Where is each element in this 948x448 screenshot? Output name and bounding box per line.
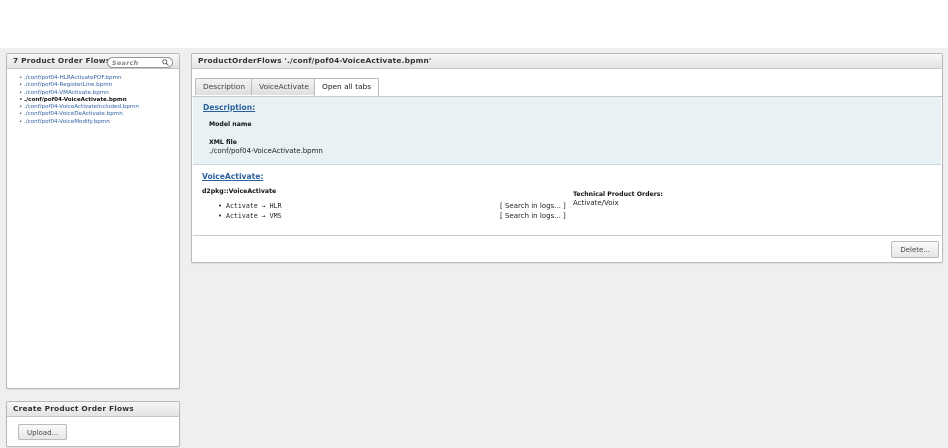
flow-item[interactable]: ./conf/pof04-HLRActivatePOF.bpmn — [19, 75, 179, 83]
flows-panel-title: 7 Product Order Flows — [13, 56, 111, 65]
description-heading: Description: — [203, 103, 256, 112]
tpo-value: Activate/Voix — [573, 199, 619, 207]
tab-voiceactivate[interactable]: VoiceActivate — [251, 78, 317, 95]
tpo-label: Technical Product Orders: — [573, 191, 663, 198]
xml-file-value: ./conf/pof04-VoiceActivate.bpmn — [209, 147, 323, 155]
main-panel: ProductOrderFlows './conf/pof04-VoiceAct… — [191, 53, 943, 263]
tab-open-all[interactable]: Open all tabs — [314, 78, 380, 96]
flows-panel-header: 7 Product Order Flows Search — [7, 54, 179, 69]
search-logs-link-vms[interactable]: [ Search in logs... ] — [500, 212, 566, 220]
description-section: Description: Model name XML file ./conf/… — [193, 97, 941, 165]
create-panel-title: Create Product Order Flows — [13, 404, 134, 413]
main-panel-header: ProductOrderFlows './conf/pof04-VoiceAct… — [192, 54, 942, 69]
xml-file-label: XML file — [209, 139, 237, 146]
upload-button[interactable]: Upload... — [18, 424, 68, 440]
footer-divider — [193, 235, 941, 236]
package-label: d2pkg::VoiceActivate — [202, 188, 277, 195]
delete-button[interactable]: Delete... — [891, 241, 939, 258]
create-panel-header: Create Product Order Flows — [7, 402, 179, 417]
tab-description[interactable]: Description — [195, 78, 254, 95]
search-logs-link-hlr[interactable]: [ Search in logs... ] — [500, 202, 566, 210]
create-panel: Create Product Order Flows Upload... — [6, 401, 180, 447]
flows-panel: 7 Product Order Flows Search ./conf/pof0… — [6, 53, 180, 389]
flows-list: ./conf/pof04-HLRActivatePOF.bpmn ./conf/… — [7, 69, 179, 126]
flow-item[interactable]: ./conf/pof04-VoiceDeActivate.bpmn — [19, 111, 179, 119]
flow-item-active[interactable]: ./conf/pof04-VoiceActivate.bpmn — [19, 97, 179, 105]
search-input[interactable]: Search — [107, 57, 173, 68]
step-activate-hlr: Activate → HLR — [218, 202, 282, 210]
voiceactivate-heading: VoiceActivate: — [202, 172, 264, 181]
flow-item[interactable]: ./conf/pof04-VMActivate.bpmn — [19, 90, 179, 98]
step-activate-vms: Activate → VMS — [218, 212, 282, 220]
search-placeholder: Search — [112, 59, 139, 67]
search-icon[interactable] — [162, 59, 169, 66]
flow-item[interactable]: ./conf/pof04-VoiceModify.bpmn — [19, 119, 179, 127]
flow-item[interactable]: ./conf/pof04-VoiceActivateIncluded.bpmn — [19, 104, 179, 112]
top-blank-area — [0, 0, 948, 48]
main-panel-title: ProductOrderFlows './conf/pof04-VoiceAct… — [198, 56, 432, 65]
flow-item[interactable]: ./conf/pof04-RegisterLine.bpmn — [19, 82, 179, 90]
model-name-label: Model name — [209, 121, 252, 128]
